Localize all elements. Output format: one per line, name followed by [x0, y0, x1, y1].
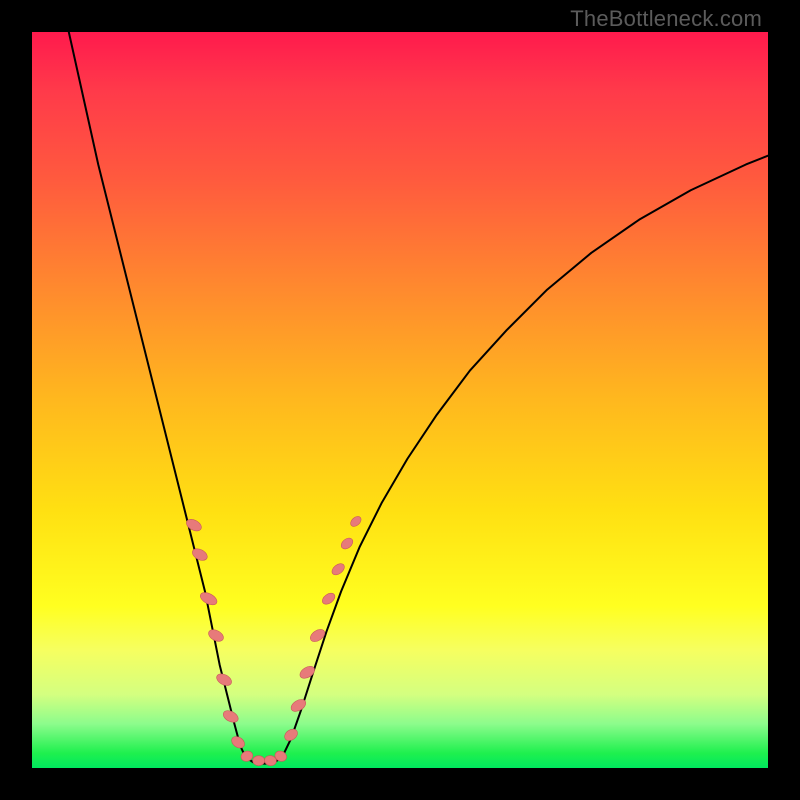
- bead: [282, 727, 299, 743]
- watermark-label: TheBottleneck.com: [570, 6, 762, 32]
- bead-clusters: [185, 514, 363, 766]
- bead: [349, 514, 363, 528]
- curve-path: [69, 32, 768, 764]
- bead: [229, 734, 246, 750]
- chart-frame: TheBottleneck.com: [0, 0, 800, 800]
- bead: [330, 561, 347, 577]
- bead: [207, 627, 226, 643]
- bead: [298, 664, 317, 681]
- bead: [253, 756, 265, 766]
- bead: [320, 591, 337, 607]
- bead: [339, 536, 355, 551]
- plot-area: [32, 32, 768, 768]
- bottleneck-curve: [69, 32, 768, 764]
- curve-layer: [32, 32, 768, 768]
- bead: [190, 546, 209, 562]
